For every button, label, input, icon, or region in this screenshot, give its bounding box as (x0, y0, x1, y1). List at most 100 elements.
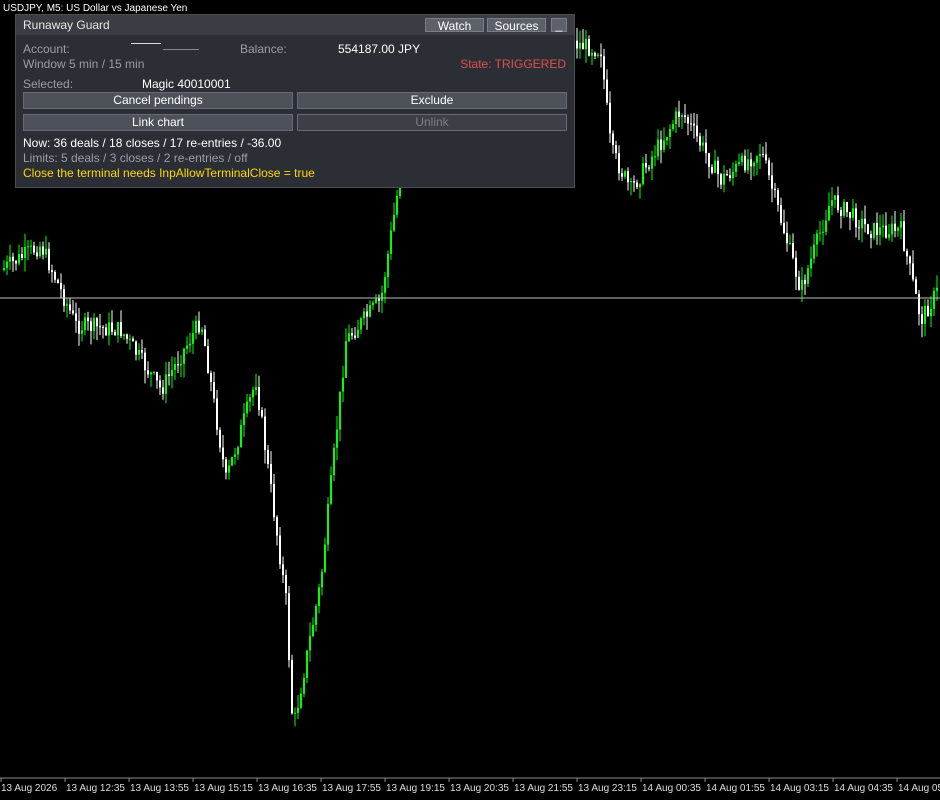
candle-body (183, 348, 185, 364)
candle-body (810, 258, 812, 269)
exclude-button[interactable]: Exclude (297, 92, 567, 109)
candle-body (645, 163, 647, 168)
limits-text: Limits: 5 deals / 3 closes / 2 re-entrie… (23, 151, 248, 165)
unlink-button: Unlink (297, 114, 567, 131)
sources-button[interactable]: Sources (487, 18, 546, 33)
minimize-button[interactable]: _ (551, 18, 567, 32)
candle-body (387, 253, 389, 278)
candle-body (795, 257, 797, 277)
candle-body (342, 377, 344, 392)
balance-label: Balance: (240, 42, 287, 56)
candle-body (609, 102, 611, 134)
selected-label: Selected: (23, 77, 74, 91)
candle-body (669, 129, 671, 137)
panel-titlebar[interactable]: Runaway Guard Watch Sources _ (16, 15, 574, 35)
time-label: 13 Aug 2026 (1, 783, 58, 794)
candle-body (660, 139, 662, 150)
candle-body (807, 268, 809, 284)
state-text: State: TRIGGERED (460, 57, 566, 71)
candle-body (291, 660, 293, 714)
candle-body (312, 624, 314, 637)
candle-body (786, 233, 788, 244)
candle-body (252, 389, 254, 398)
candle-body (846, 202, 848, 213)
candle-body (603, 56, 605, 80)
runaway-guard-panel: Runaway Guard Watch Sources _ Account: B… (15, 14, 575, 188)
candle-body (186, 345, 188, 349)
candle-body (57, 279, 59, 283)
candle-body (690, 123, 692, 125)
candle-body (630, 181, 632, 183)
candle-body (171, 370, 173, 376)
candle-body (822, 231, 824, 233)
candle-body (681, 115, 683, 117)
candle-body (192, 332, 194, 344)
candle-body (699, 136, 701, 146)
candle-body (648, 167, 650, 169)
candle-body (270, 463, 272, 484)
candle-body (816, 233, 818, 245)
candle-body (381, 292, 383, 301)
candle-body (891, 223, 893, 235)
candle-body (51, 270, 53, 272)
candle-body (126, 334, 128, 339)
candle-body (843, 202, 845, 216)
candle-body (366, 311, 368, 317)
candle-body (240, 425, 242, 448)
candle-body (54, 271, 56, 280)
candle-body (216, 398, 218, 430)
candle-body (9, 256, 11, 262)
candle-body (732, 171, 734, 179)
candle-body (651, 156, 653, 169)
candle-body (72, 310, 74, 314)
candle-body (243, 413, 245, 426)
candle-body (771, 175, 773, 189)
candle-body (615, 145, 617, 154)
candle-body (876, 222, 878, 235)
candle-body (903, 221, 905, 251)
candle-body (396, 195, 398, 215)
candle-body (588, 38, 590, 56)
candle-body (195, 320, 197, 333)
account-value-masked (129, 43, 199, 51)
candle-body (393, 214, 395, 231)
candle-body (618, 153, 620, 174)
candle-body (207, 346, 209, 374)
candle-body (678, 111, 680, 117)
candle-body (798, 276, 800, 290)
candle-body (69, 304, 71, 311)
candle-body (849, 212, 851, 218)
candle-body (204, 329, 206, 347)
candle-body (759, 153, 761, 157)
time-label: 14 Aug 01:55 (706, 783, 765, 794)
candle-body (375, 298, 377, 303)
candle-body (90, 321, 92, 331)
candle-body (219, 429, 221, 448)
candle-body (765, 154, 767, 161)
candle-body (354, 335, 356, 338)
candle-body (351, 333, 353, 336)
candle-body (378, 298, 380, 301)
candle-body (576, 40, 578, 49)
candle-body (75, 313, 77, 321)
candle-body (306, 650, 308, 679)
candle-body (15, 260, 17, 264)
candle-body (753, 162, 755, 167)
candle-body (159, 380, 161, 388)
candle-body (96, 318, 98, 327)
candle-body (108, 322, 110, 336)
link-chart-button[interactable]: Link chart (23, 114, 293, 131)
candle-body (885, 225, 887, 238)
candle-body (357, 329, 359, 338)
candle-body (933, 290, 935, 309)
candle-body (384, 277, 386, 293)
cancel-pendings-button[interactable]: Cancel pendings (23, 92, 293, 109)
candle-body (855, 208, 857, 228)
watch-button[interactable]: Watch (425, 18, 484, 33)
candle-body (927, 305, 929, 317)
candle-body (42, 246, 44, 255)
candle-body (255, 386, 257, 390)
account-label: Account: (23, 42, 70, 56)
balance-value: 554187.00 JPY (338, 42, 421, 56)
candle-body (723, 173, 725, 185)
